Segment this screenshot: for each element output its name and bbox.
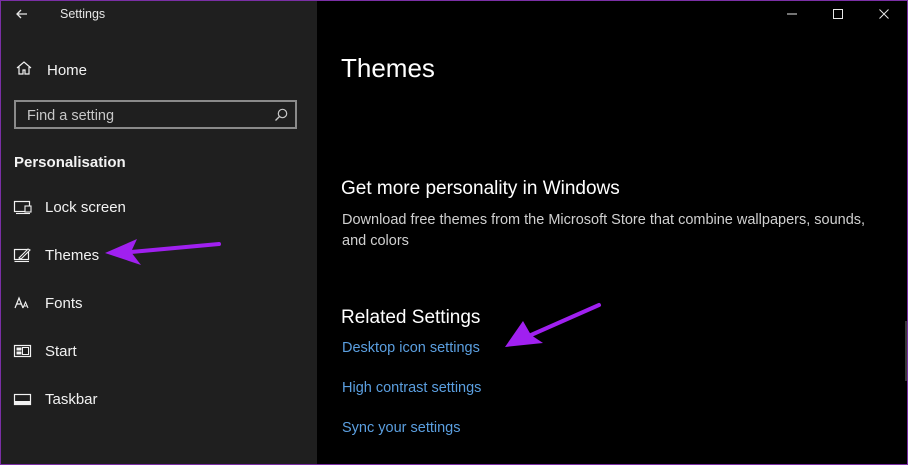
home-label: Home (47, 61, 88, 79)
related-settings-heading: Related Settings (341, 307, 481, 328)
search-icon[interactable] (273, 107, 289, 123)
back-arrow-icon[interactable] (11, 3, 33, 25)
sidebar-item-fonts[interactable]: Fonts (1, 281, 317, 325)
sync-settings-link[interactable]: Sync your settings (342, 420, 460, 436)
fonts-icon (13, 293, 33, 313)
sidebar-item-label: Lock screen (45, 198, 126, 216)
main-content: Themes Get more personality in Windows D… (317, 1, 907, 464)
annotation-arrow (505, 303, 601, 347)
desktop-icon-settings-link[interactable]: Desktop icon settings (342, 340, 480, 356)
close-icon[interactable] (861, 1, 907, 27)
sidebar-item-label: Themes (45, 246, 100, 264)
page-title: Themes (341, 53, 435, 83)
annotation-arrow (105, 239, 221, 265)
search-box[interactable] (14, 100, 297, 129)
sidebar-item-start[interactable]: Start (1, 329, 317, 373)
sidebar-item-label: Taskbar (45, 390, 98, 408)
sidebar: Settings Home Personalisation Lock scree… (1, 1, 317, 464)
search-input[interactable] (25, 105, 274, 127)
sidebar-item-lock-screen[interactable]: Lock screen (1, 185, 317, 229)
high-contrast-settings-link[interactable]: High contrast settings (342, 380, 481, 396)
promo-description: Download free themes from the Microsoft … (342, 212, 866, 249)
maximize-icon[interactable] (815, 1, 861, 27)
app-title: Settings (60, 7, 106, 21)
minimize-icon[interactable] (769, 1, 815, 27)
lock-screen-icon (13, 197, 33, 217)
scrollbar[interactable] (905, 321, 907, 381)
home-nav-item[interactable]: Home (15, 59, 87, 81)
start-icon (13, 341, 33, 361)
home-icon (15, 59, 33, 82)
themes-icon (13, 245, 33, 265)
taskbar-icon (13, 389, 33, 409)
sidebar-item-label: Start (45, 342, 77, 360)
sidebar-item-taskbar[interactable]: Taskbar (1, 377, 317, 421)
title-bar: Settings (1, 1, 317, 27)
section-heading-personalisation: Personalisation (14, 154, 126, 171)
settings-window: Settings Home Personalisation Lock scree… (0, 0, 908, 465)
window-controls (769, 1, 907, 27)
promo-heading: Get more personality in Windows (341, 178, 620, 199)
sidebar-item-label: Fonts (45, 294, 83, 312)
